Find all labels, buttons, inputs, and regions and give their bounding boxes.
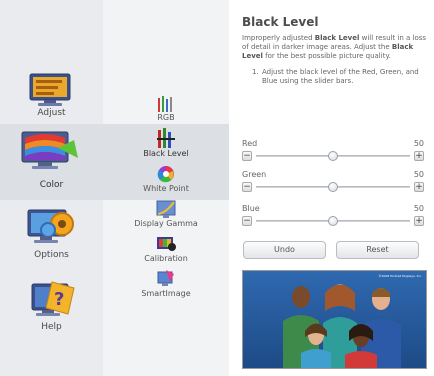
rgb-bars-icon (158, 96, 172, 112)
green-slider: Green 50 − + (242, 170, 424, 198)
increase-blue-button[interactable]: + (414, 216, 424, 226)
slider-label: Green (242, 170, 267, 179)
slider-value: 50 (413, 139, 424, 148)
subitem-display-gamma[interactable]: Display Gamma (103, 200, 229, 228)
increase-green-button[interactable]: + (414, 182, 424, 192)
content-pane: Black Level Improperly adjusted Black Le… (242, 0, 430, 376)
subitem-label: Black Level (143, 149, 189, 158)
category-label: Adjust (37, 108, 66, 118)
blue-slider-thumb[interactable] (328, 216, 338, 226)
subitem-smartimage[interactable]: SmartImage (103, 270, 229, 298)
subitem-black-level[interactable]: Black Level (103, 128, 229, 158)
category-label: Help (41, 322, 62, 332)
blue-slider: Blue 50 − + (242, 204, 424, 232)
adjust-monitor-icon (29, 73, 71, 106)
red-slider: Red 50 − + (242, 139, 424, 167)
subitem-label: Display Gamma (134, 219, 198, 228)
calibration-icon (157, 237, 176, 251)
category-options[interactable]: Options (0, 204, 103, 262)
step-text: Adjust the black level of the Red, Green… (262, 68, 419, 85)
subitem-calibration[interactable]: Calibration (103, 235, 229, 263)
black-level-bars-icon (157, 128, 175, 148)
preview-photo: ©2008 Portrait Displays, Inc. (242, 270, 427, 369)
subitem-label: RGB (157, 113, 175, 122)
slider-label: Blue (242, 204, 260, 213)
slider-value: 50 (413, 204, 424, 213)
category-label: Color (39, 180, 64, 190)
green-slider-thumb[interactable] (328, 182, 338, 192)
gamma-curve-icon (156, 200, 176, 218)
slider-value: 50 (413, 170, 424, 179)
decrease-red-button[interactable]: − (242, 151, 252, 161)
family-photo-image (243, 271, 426, 368)
slider-label: Red (242, 139, 258, 148)
subitem-white-point[interactable]: White Point (103, 165, 229, 193)
photo-caption: ©2008 Portrait Displays, Inc. (378, 274, 423, 278)
options-gear-icon (27, 209, 74, 243)
category-label: Options (34, 250, 69, 260)
description-text: Improperly adjusted Black Level will res… (242, 34, 427, 60)
smartimage-icon (157, 270, 174, 286)
subitem-label: SmartImage (141, 289, 191, 298)
decrease-green-button[interactable]: − (242, 182, 252, 192)
category-help[interactable]: ? Help (0, 278, 103, 334)
undo-button[interactable]: Undo (243, 241, 326, 259)
category-color[interactable]: Color (0, 128, 103, 192)
category-adjust[interactable]: Adjust (0, 68, 103, 122)
color-wheel-icon (157, 166, 174, 183)
subitem-label: White Point (143, 184, 189, 193)
svg-text:?: ? (54, 289, 64, 310)
subitem-label: Calibration (144, 254, 188, 263)
help-question-icon: ? (31, 281, 75, 316)
step-number: 1. (252, 68, 259, 76)
red-slider-thumb[interactable] (328, 151, 338, 161)
reset-button[interactable]: Reset (336, 241, 419, 259)
increase-red-button[interactable]: + (414, 151, 424, 161)
color-monitor-icon (21, 131, 78, 169)
page-title: Black Level (242, 15, 319, 29)
decrease-blue-button[interactable]: − (242, 216, 252, 226)
subitem-rgb[interactable]: RGB (103, 96, 229, 122)
